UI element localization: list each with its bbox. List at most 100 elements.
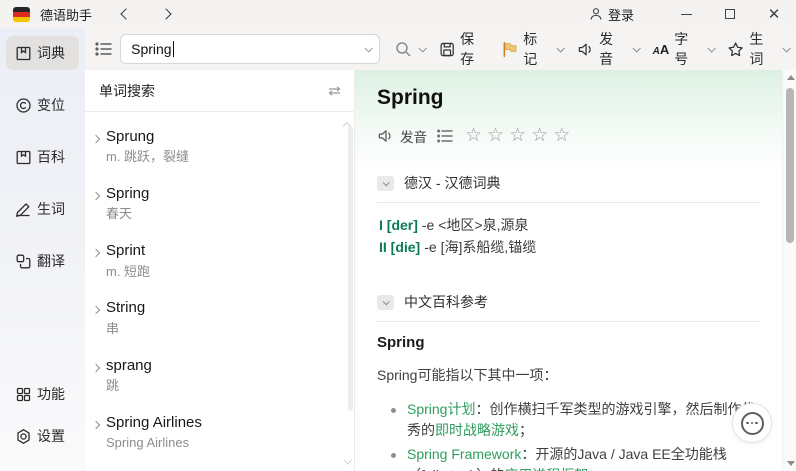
collapse-button[interactable] (377, 295, 394, 310)
chevron-down-icon[interactable] (418, 44, 426, 52)
dict-entry: I [der]-e <地区>泉,源泉 (379, 215, 760, 237)
list-menu-icon (95, 41, 113, 57)
sidebar-item-label: 变位 (37, 95, 65, 115)
list-item[interactable]: Spring AirlinesSpring Airlines (85, 404, 354, 461)
sidebar-item-encyclopedia[interactable]: 百科 (6, 140, 79, 174)
maximize-button[interactable] (708, 0, 752, 28)
chevron-right-icon (92, 363, 100, 371)
chevron-down-icon[interactable] (556, 44, 564, 52)
chevron-down-icon[interactable] (632, 44, 640, 52)
scrollbar-thumb[interactable] (348, 126, 353, 411)
minimize-button[interactable] (664, 0, 708, 28)
forward-button[interactable] (154, 3, 178, 25)
word-search-header: 单词搜索 (85, 70, 354, 112)
word-meaning: m. 短跑 (106, 264, 150, 281)
search-button[interactable] (388, 34, 432, 64)
sidebar-item-functions[interactable]: 功能 (6, 377, 79, 411)
star-icon (727, 41, 744, 58)
chevron-down-icon[interactable] (707, 44, 715, 52)
star-icon[interactable]: ☆ (465, 124, 483, 147)
list-item[interactable]: sprang跳 (85, 347, 354, 404)
list-item[interactable]: SpringböckeSpringböcke (85, 461, 354, 471)
detail-pronounce-button[interactable]: 发音 (377, 126, 427, 146)
more-actions-button[interactable] (732, 403, 772, 443)
section-wiki-header: 中文百科参考 (377, 292, 760, 322)
word-meaning: Spring Airlines (106, 435, 202, 452)
titlebar: 德语助手 登录 ✕ (0, 0, 796, 28)
search-history-dropdown-icon[interactable] (364, 44, 372, 52)
ellipsis-icon (741, 412, 764, 435)
scroll-up-icon[interactable] (787, 75, 795, 80)
scrollbar-thumb[interactable] (786, 88, 794, 243)
sidebar-item-label: 设置 (37, 426, 65, 446)
rating-stars[interactable]: ☆☆☆☆☆ (465, 124, 571, 147)
fontsize-button[interactable]: AA 字号 (646, 34, 721, 64)
sidebar-item-label: 词典 (37, 43, 65, 63)
word-list: Sprung m. 跳跃，裂缝 Spring 春天 Sprint m. 短跑 String串… (85, 112, 354, 471)
sidebar-item-label: 生词 (37, 199, 65, 219)
translate-icon (15, 253, 32, 270)
word-text: Sprung (106, 127, 189, 147)
list-item[interactable]: Sprung m. 跳跃，裂缝 (85, 118, 354, 175)
sidebar-item-dictionary[interactable]: 词典 (6, 36, 79, 70)
newword-label: 生词 (749, 29, 776, 69)
outline-list-icon[interactable] (437, 129, 453, 143)
detail-panel: Spring 发音 ☆☆☆☆☆ 德汉 - 汉德词典 I [der]-e <地区>… (355, 70, 796, 471)
wiki-heading: Spring (377, 334, 760, 351)
wiki-link[interactable]: Spring计划 (407, 401, 475, 417)
word-meaning: 春天 (106, 206, 149, 223)
save-button[interactable]: 保存 (432, 34, 494, 64)
sidebar-item-conjugation[interactable]: 变位 (6, 88, 79, 122)
dict-entries: I [der]-e <地区>泉,源泉II [die]-e [海]系船缆,锚缆 (379, 215, 760, 258)
word-text: Spring (106, 184, 149, 204)
mark-button[interactable]: 标记 (494, 34, 570, 64)
scroll-down-icon[interactable] (344, 451, 350, 467)
wiki-bullet-item: Spring计划：创作横扫千军类型的游戏引擎，然后制作优秀的即时战略游戏； (391, 399, 760, 441)
word-meaning: 串 (106, 321, 145, 338)
list-item[interactable]: Spring 春天 (85, 175, 354, 232)
chevron-right-icon (92, 249, 100, 257)
detail-scrollbar[interactable] (782, 70, 796, 471)
star-icon[interactable]: ☆ (553, 124, 571, 147)
list-item[interactable]: String串 (85, 289, 354, 346)
list-item[interactable]: Sprint m. 短跑 (85, 232, 354, 289)
chevron-right-icon (92, 135, 100, 143)
conjugation-icon (15, 97, 32, 114)
dict-entry: II [die]-e [海]系船缆,锚缆 (379, 237, 760, 259)
app-logo-german-flag-icon (13, 7, 30, 22)
wiki-link[interactable]: 应用进程框架 (504, 467, 588, 471)
history-list-button[interactable] (91, 36, 116, 62)
wiki-bullet-list: Spring计划：创作横扫千军类型的游戏引擎，然后制作优秀的即时战略游戏；Spr… (391, 399, 760, 471)
search-input-value: Spring (131, 41, 171, 57)
close-button[interactable]: ✕ (752, 0, 796, 28)
star-icon[interactable]: ☆ (509, 124, 527, 147)
headword: Spring (377, 86, 760, 110)
sidebar-item-newwords[interactable]: 生词 (6, 192, 79, 226)
scroll-down-icon[interactable] (787, 461, 795, 466)
collapse-button[interactable] (377, 176, 394, 191)
pronounce-button[interactable]: 发音 (570, 34, 646, 64)
dictionary-icon (15, 45, 32, 62)
newwords-icon (15, 201, 32, 218)
wiki-link[interactable]: 即时战略游戏 (435, 422, 519, 438)
chevron-right-icon (92, 420, 100, 428)
section-dict-title: 德汉 - 汉德词典 (404, 173, 500, 193)
word-text: Sprint (106, 241, 150, 261)
chevron-down-icon[interactable] (783, 44, 791, 52)
search-input[interactable]: Spring (120, 34, 380, 64)
star-icon[interactable]: ☆ (531, 124, 549, 147)
star-icon[interactable]: ☆ (487, 124, 505, 147)
back-button[interactable] (114, 3, 138, 25)
fontsize-label: 字号 (674, 29, 700, 69)
mark-label: 标记 (523, 29, 550, 69)
sidebar-item-settings[interactable]: 设置 (6, 419, 79, 453)
word-meaning: m. 跳跃，裂缝 (106, 149, 189, 166)
word-meaning: 跳 (106, 378, 152, 395)
wiki-link[interactable]: Spring Framework (407, 446, 521, 462)
sidebar-item-translate[interactable]: 翻译 (6, 244, 79, 278)
login-button[interactable]: 登录 (589, 5, 634, 24)
newword-button[interactable]: 生词 (720, 34, 796, 64)
sort-swap-icon[interactable] (327, 85, 342, 97)
pronounce-label: 发音 (599, 29, 626, 69)
text-caret (173, 41, 174, 57)
